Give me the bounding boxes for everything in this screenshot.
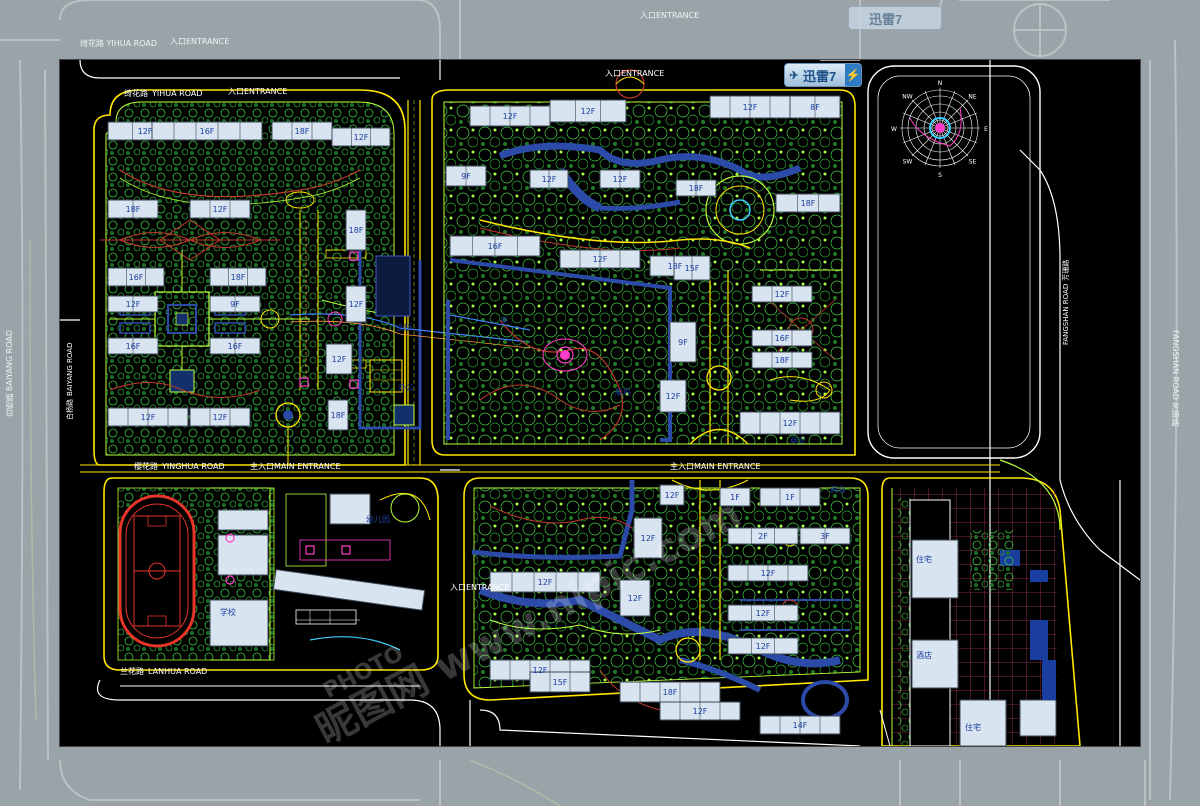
floor-label: 9F (678, 338, 688, 347)
floor-label: 3F (820, 532, 830, 541)
label-pavilion: 亭 (500, 315, 508, 325)
label-boathouse: 船坞 (615, 387, 631, 397)
floor-label: 18F (231, 273, 246, 282)
floor-label: 12F (613, 175, 628, 184)
floor-label: 16F (129, 273, 144, 282)
road-label-yihua: 绮花路 YIHUA ROAD (124, 88, 202, 98)
floor-label: 12F (503, 112, 518, 121)
floor-label: 1F (785, 493, 795, 502)
road-label-yinghua: 樱花路 YINGHUA ROAD (134, 461, 225, 471)
floor-label: 12F (628, 594, 643, 603)
label-tower: 住宅 (965, 722, 981, 732)
compass-label: E (984, 126, 988, 133)
compass-label: SE (969, 159, 977, 166)
floor-label: 12F (743, 103, 758, 112)
label-school: 学校 (220, 607, 236, 617)
site-plan: N NE E SE S SW W NW 12F 16F 18F12F18F 12F16F 18… (60, 60, 1140, 746)
compass-label: SW (903, 159, 913, 166)
label-kindergarten: 幼儿园 (366, 514, 390, 524)
floor-label: 12F (761, 569, 776, 578)
floor-label: 12F (354, 133, 369, 142)
bolt-icon: ⚡ (845, 64, 861, 86)
floor-label: 12F (542, 175, 557, 184)
floor-label: 12F (533, 666, 548, 675)
entrance-label-nw: 入口ENTRANCE (228, 87, 287, 96)
floor-label: 18F (668, 262, 683, 271)
road-label-fangshan: FANGSHAN ROAD芳珊路 (1061, 260, 1070, 345)
floor-label: 12F (213, 413, 228, 422)
label-commerce-north: 商业 (790, 435, 806, 445)
bg-road-label-fangshan: FANGSHAN ROAD 芳珊路 (1171, 330, 1180, 427)
floor-label: 16F (775, 334, 790, 343)
main-entrance-label-east: 主入口MAIN ENTRANCE (670, 461, 761, 471)
floor-label: 12F (693, 707, 708, 716)
bg-entrance-top-right: 入口ENTRANCE (640, 11, 700, 20)
floor-label: 18F (331, 411, 346, 420)
floor-label: 18F (126, 205, 141, 214)
floor-label: 18F (295, 127, 310, 136)
floor-label: 12F (349, 300, 364, 309)
label-commerce-south: 商业 (830, 484, 846, 494)
floor-label: 16F (228, 342, 243, 351)
floor-label: 15F (685, 264, 700, 273)
compass-label: NE (968, 93, 976, 100)
floor-label: 12F (213, 205, 228, 214)
floor-label: 18F (349, 226, 364, 235)
compass-label: N (938, 80, 943, 87)
xunlei-badge[interactable]: ✈ 迅雷7 ⚡ (784, 63, 862, 87)
floor-label: 15F (553, 678, 568, 687)
floor-label: 16F (200, 127, 215, 136)
main-entrance-label-west: 主入口MAIN ENTRANCE (250, 461, 341, 471)
block-sw-school (103, 477, 439, 671)
floor-label: 12F (126, 300, 141, 309)
floor-label: 16F (126, 342, 141, 351)
floor-label: 12F (581, 107, 596, 116)
label-club: 会所 (396, 322, 412, 332)
floor-label: 12F (783, 419, 798, 428)
compass-label: W (891, 126, 897, 133)
floor-label: 12F (775, 290, 790, 299)
floor-label: 18F (775, 356, 790, 365)
floor-label: 14F (793, 721, 808, 730)
road-label-baiyang: 白杨路BAIYANG ROAD (65, 343, 74, 421)
floor-label: 12F (593, 255, 608, 264)
floor-label: 18F (689, 184, 704, 193)
floor-label: 18F (801, 199, 816, 208)
floor-label: 18F (663, 688, 678, 697)
floor-label: 12F (756, 642, 771, 651)
floor-label: 9F (230, 300, 240, 309)
block-se-commercial (881, 459, 1081, 746)
floor-label: 12F (332, 355, 347, 364)
floor-label: 1F (730, 493, 740, 502)
floor-label: 8F (810, 103, 820, 112)
road-label-lanhua: 兰花路 LANHUA ROAD (120, 666, 207, 676)
entrance-label-south: 入口ENTRANCE (450, 583, 509, 592)
bg-xunlei-badge: 迅雷7 (848, 6, 942, 30)
floor-label: 12F (665, 491, 680, 500)
bg-road-label-baiyang: 白杨路 BAIYANG ROAD (5, 330, 14, 418)
floor-label: 2F (758, 532, 768, 541)
bird-icon: ✈ (789, 69, 799, 82)
floor-label: 12F (641, 534, 656, 543)
floor-label: 12F (538, 578, 553, 587)
floor-label: 16F (488, 242, 503, 251)
block-north-central (431, 69, 856, 456)
compass-label: S (938, 172, 942, 179)
compass-label: NW (902, 93, 912, 100)
xunlei-badge-text: 迅雷7 (803, 68, 837, 84)
floor-label: 12F (756, 609, 771, 618)
floor-label: 12F (138, 127, 153, 136)
label-residence: 住宅 (916, 554, 932, 564)
floor-label: 9F (461, 172, 471, 181)
bg-road-label-yihua: 绮花路 YIHUA ROAD (80, 39, 158, 48)
floor-label: 12F (141, 413, 156, 422)
entrance-label-north: 入口ENTRANCE (605, 69, 664, 78)
label-office: 办公 (398, 382, 414, 392)
floor-label: 12F (666, 392, 681, 401)
site-plan-frame: N NE E SE S SW W NW 12F 16F 18F 12F 18F … (60, 60, 1140, 746)
bg-entrance-top: 入口ENTRANCE (170, 37, 230, 46)
label-hotel: 酒店 (916, 650, 932, 660)
